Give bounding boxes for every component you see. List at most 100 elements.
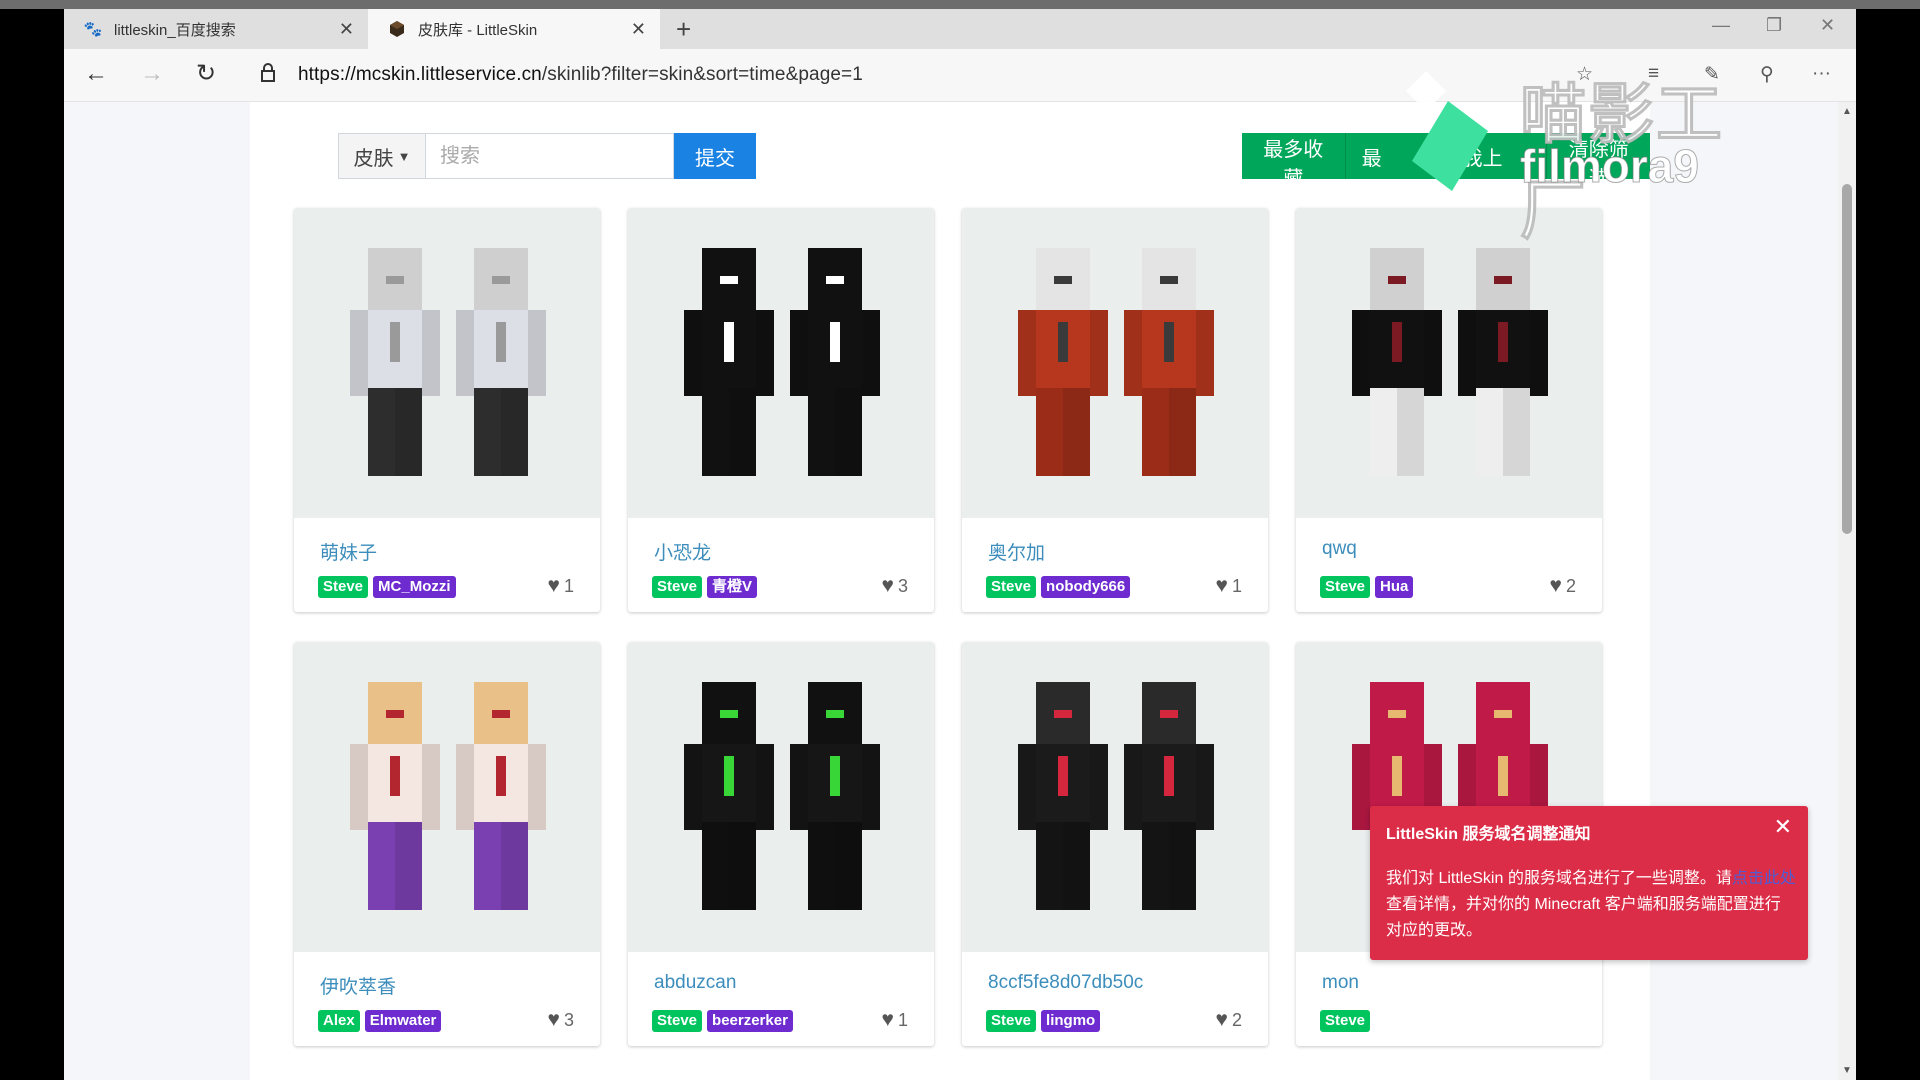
heart-icon: ♥: [1215, 1008, 1228, 1031]
like-count[interactable]: ♥ 3: [882, 574, 908, 598]
skin-preview[interactable]: [628, 642, 934, 952]
uploader-badge[interactable]: lingmo: [1041, 1010, 1101, 1032]
tab-baidu[interactable]: 🐾 littleskin_百度搜索 ✕: [64, 9, 368, 49]
like-count[interactable]: ♥ 2: [1550, 574, 1576, 598]
scrollbar-thumb[interactable]: [1842, 184, 1852, 534]
sort-newest-button[interactable]: 最: [1345, 133, 1447, 179]
forward-arrow-icon[interactable]: →: [140, 61, 164, 87]
notification-text-2: 查看详情，并对你的 Minecraft 客户端和服务端配置进行对应的更改。: [1386, 896, 1781, 939]
like-count[interactable]: ♥ 2: [1216, 1008, 1242, 1032]
url-path: /skinlib?filter=skin&sort=time&page=1: [541, 64, 863, 85]
clear-filter-button[interactable]: 清除筛选: [1547, 133, 1650, 190]
like-number: 1: [563, 576, 574, 596]
favorites-star-icon[interactable]: ☆: [1576, 63, 1593, 86]
skin-name[interactable]: 伊吹萃香: [320, 972, 396, 999]
skin-preview[interactable]: [294, 208, 600, 518]
like-number: 1: [1231, 576, 1242, 596]
skin-name[interactable]: 奥尔加: [988, 538, 1045, 565]
skin-figure: [350, 248, 440, 488]
like-number: 2: [1231, 1010, 1242, 1030]
skin-name[interactable]: 8ccf5fe8d07db50c: [988, 972, 1143, 994]
window-close-icon[interactable]: ✕: [1820, 15, 1835, 36]
domain-change-notification: LittleSkin 服务域名调整通知 ✕ 我们对 LittleSkin 的服务…: [1370, 806, 1808, 960]
model-badge: Steve: [1320, 576, 1371, 598]
skin-name[interactable]: abduzcan: [654, 972, 736, 994]
tab-littleskin[interactable]: 皮肤库 - LittleSkin ✕: [368, 9, 660, 49]
skin-preview[interactable]: [628, 208, 934, 518]
annotate-icon[interactable]: ✎: [1704, 63, 1720, 86]
submit-button[interactable]: 提交: [674, 133, 756, 179]
scroll-up-icon[interactable]: ▲: [1842, 106, 1852, 117]
skin-badges: Alex Elmwater: [318, 1010, 446, 1032]
skin-card[interactable]: 萌妹子 Steve MC_Mozzi ♥ 1: [294, 208, 600, 612]
skin-card[interactable]: 小恐龙 Steve 青橙V ♥ 3: [628, 208, 934, 612]
sort-button-group: 最多收藏 最 我上 清除筛选: [1242, 133, 1650, 190]
skin-name[interactable]: mon: [1322, 972, 1359, 994]
minimize-icon[interactable]: —: [1712, 15, 1730, 36]
skin-preview[interactable]: [962, 208, 1268, 518]
skin-badges: Steve Hua: [1320, 576, 1418, 598]
skin-preview[interactable]: [294, 642, 600, 952]
uploader-badge[interactable]: MC_Mozzi: [373, 576, 456, 598]
scroll-down-icon[interactable]: ▼: [1842, 1065, 1852, 1076]
skin-name[interactable]: 小恐龙: [654, 538, 711, 565]
close-icon[interactable]: ✕: [339, 20, 354, 38]
uploader-badge[interactable]: beerzerker: [707, 1010, 793, 1032]
url-field[interactable]: https://mcskin.littleservice.cn/skinlib?…: [298, 64, 863, 86]
restore-icon[interactable]: ❐: [1766, 15, 1782, 36]
close-icon[interactable]: ✕: [631, 20, 646, 38]
like-count[interactable]: ♥ 3: [548, 1008, 574, 1032]
filter-label: 皮肤: [353, 147, 394, 170]
browser-window: 🐾 littleskin_百度搜索 ✕ 皮肤库 - LittleSkin ✕ +…: [64, 9, 1856, 1080]
close-icon[interactable]: ✕: [1774, 816, 1792, 838]
heart-icon: ♥: [1549, 574, 1562, 597]
notification-link[interactable]: 点击此处: [1732, 870, 1796, 887]
reading-list-icon[interactable]: ≡: [1648, 63, 1659, 85]
more-options-icon[interactable]: ···: [1812, 63, 1831, 85]
notification-text-1: 我们对 LittleSkin 的服务域名进行了一些调整。请: [1386, 870, 1732, 887]
heart-icon: ♥: [1215, 574, 1228, 597]
my-uploads-button[interactable]: 我上: [1446, 133, 1548, 179]
skin-figure: [456, 248, 546, 488]
like-number: 3: [897, 576, 908, 596]
model-badge: Steve: [652, 1010, 703, 1032]
skin-card[interactable]: 8ccf5fe8d07db50c Steve lingmo ♥ 2: [962, 642, 1268, 1046]
like-count[interactable]: ♥ 1: [548, 574, 574, 598]
address-bar-row: ← → ↻ https://mcskin.littleservice.cn/sk…: [64, 49, 1856, 102]
skin-figure: [1352, 248, 1442, 488]
uploader-badge[interactable]: 青橙V: [707, 576, 758, 598]
skin-card[interactable]: 奥尔加 Steve nobody666 ♥ 1: [962, 208, 1268, 612]
search-input[interactable]: [426, 133, 674, 179]
share-icon[interactable]: ⚲: [1760, 63, 1774, 86]
sort-most-liked-button[interactable]: 最多收藏: [1242, 133, 1346, 190]
skin-figure: [684, 248, 774, 488]
back-arrow-icon[interactable]: ←: [84, 61, 108, 87]
skin-badges: Steve MC_Mozzi: [318, 576, 461, 598]
uploader-badge[interactable]: Elmwater: [364, 1010, 442, 1032]
baidu-paw-icon: 🐾: [83, 21, 103, 38]
skin-figure: [1018, 682, 1108, 922]
skin-preview[interactable]: [962, 642, 1268, 952]
skin-badges: Steve nobody666: [986, 576, 1135, 598]
model-badge: Steve: [318, 576, 369, 598]
filter-dropdown[interactable]: 皮肤 ▼: [338, 133, 426, 179]
skin-name[interactable]: 萌妹子: [320, 538, 377, 565]
heart-icon: ♥: [547, 574, 560, 597]
uploader-badge[interactable]: nobody666: [1041, 576, 1131, 598]
skin-card[interactable]: abduzcan Steve beerzerker ♥ 1: [628, 642, 934, 1046]
model-badge: Steve: [1320, 1010, 1371, 1032]
skin-preview[interactable]: [1296, 208, 1602, 518]
model-badge: Steve: [986, 576, 1037, 598]
skin-card[interactable]: 伊吹萃香 Alex Elmwater ♥ 3: [294, 642, 600, 1046]
vertical-scrollbar[interactable]: ▲ ▼: [1838, 102, 1856, 1080]
skin-name[interactable]: qwq: [1322, 538, 1357, 560]
skin-figure: [1124, 248, 1214, 488]
new-tab-icon[interactable]: +: [676, 16, 691, 42]
refresh-icon[interactable]: ↻: [196, 61, 216, 87]
tab-title: littleskin_百度搜索: [114, 21, 236, 39]
skin-badges: Steve lingmo: [986, 1010, 1105, 1032]
skin-card[interactable]: qwq Steve Hua ♥ 2: [1296, 208, 1602, 612]
uploader-badge[interactable]: Hua: [1375, 576, 1414, 598]
like-count[interactable]: ♥ 1: [1216, 574, 1242, 598]
like-count[interactable]: ♥ 1: [882, 1008, 908, 1032]
